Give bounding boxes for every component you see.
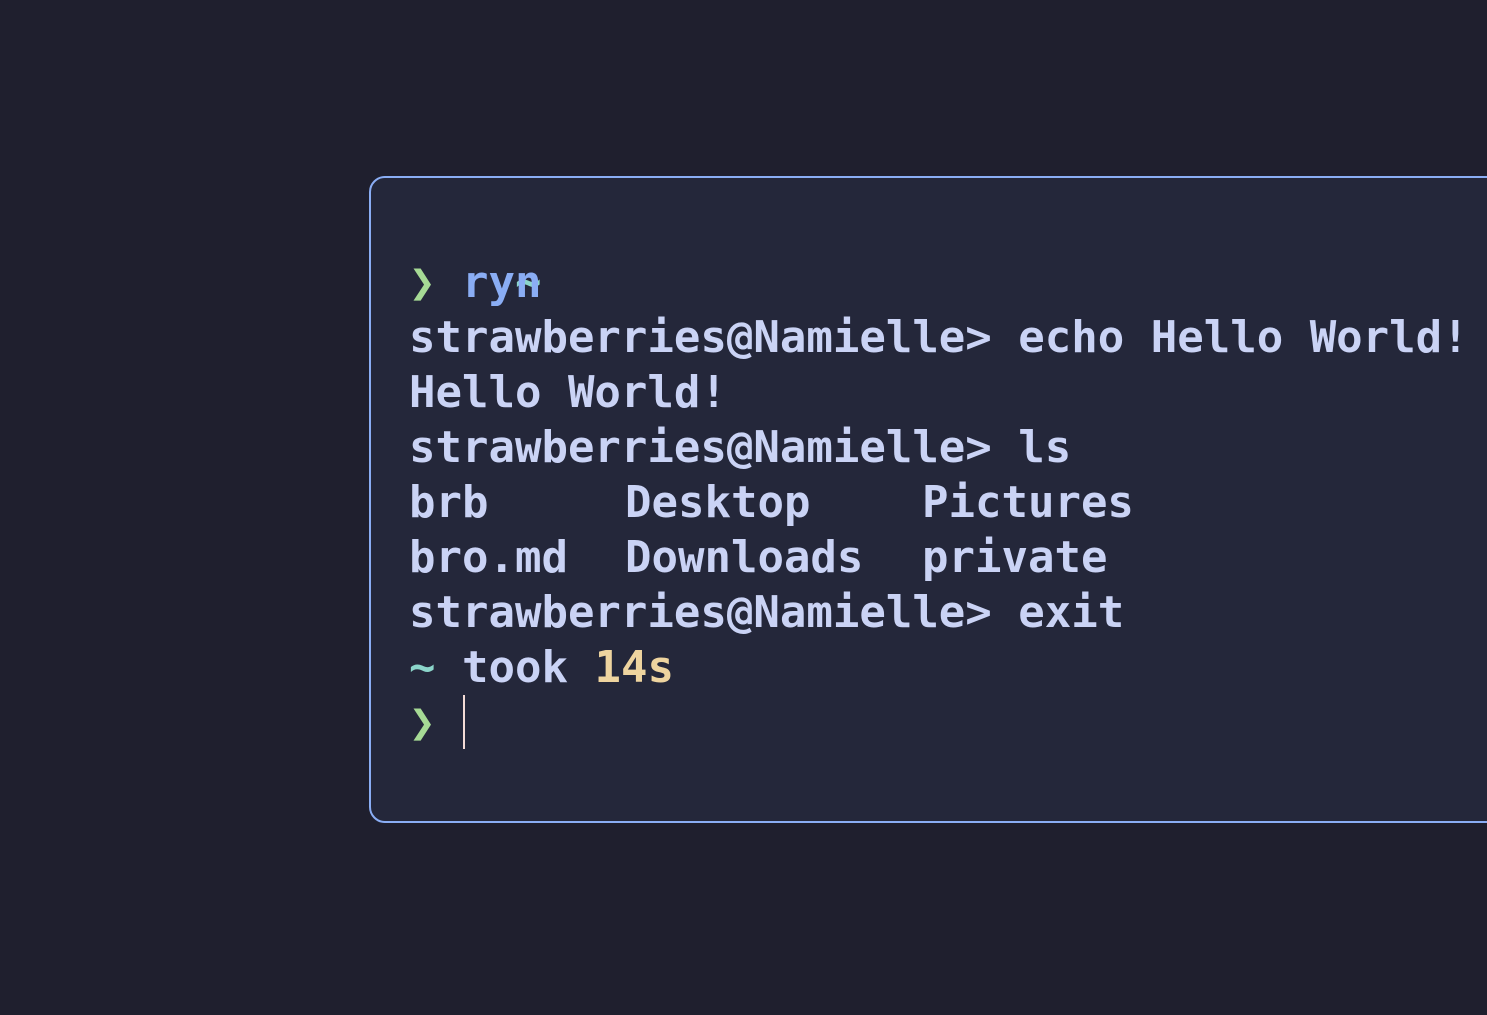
text-cursor[interactable]: [463, 695, 465, 749]
shell-line-echo: strawberries@Namielle> echo Hello World!: [409, 310, 1487, 365]
status-cwd: ~: [409, 642, 436, 693]
ls-output-row: bro.md Downloads private: [409, 530, 1487, 585]
shell-prompt: strawberries@Namielle>: [409, 422, 992, 473]
ls-output-row: brb Desktop Pictures: [409, 475, 1487, 530]
echo-output-text: Hello World!: [409, 367, 727, 418]
shell-line-ls: strawberries@Namielle> ls: [409, 420, 1487, 475]
shell-prompt: strawberries@Namielle>: [409, 587, 992, 638]
echo-output: Hello World!: [409, 365, 1487, 420]
status-line: ~ took 14s: [409, 640, 1487, 695]
prompt-chevron-icon: ❯: [409, 697, 436, 748]
prompt-line-ryn: ❯ ryn: [409, 255, 1487, 310]
ls-entry: Downloads: [625, 532, 864, 583]
ls-entry: private: [922, 532, 1108, 583]
prompt-cwd-line: ~: [409, 200, 1487, 308]
shell-prompt: strawberries@Namielle>: [409, 312, 992, 363]
command-ls: ls: [1018, 422, 1072, 473]
terminal-window[interactable]: ~ ❯ ryn strawberries@Namielle> echo Hell…: [369, 176, 1487, 823]
ls-entry: Desktop: [625, 477, 811, 528]
input-prompt-line[interactable]: ❯: [409, 695, 1487, 750]
command-exit: exit: [1018, 587, 1125, 638]
took-label: took: [462, 642, 568, 693]
shell-line-exit: strawberries@Namielle> exit: [409, 585, 1487, 640]
prompt-chevron-icon: ❯: [409, 257, 436, 308]
ls-entry: brb: [409, 477, 489, 528]
command-ryn: ryn: [462, 257, 542, 308]
command-echo: echo Hello World!: [1018, 312, 1469, 363]
ls-entry: bro.md: [409, 532, 568, 583]
ls-entry: Pictures: [922, 477, 1134, 528]
duration-value: 14s: [594, 642, 674, 693]
